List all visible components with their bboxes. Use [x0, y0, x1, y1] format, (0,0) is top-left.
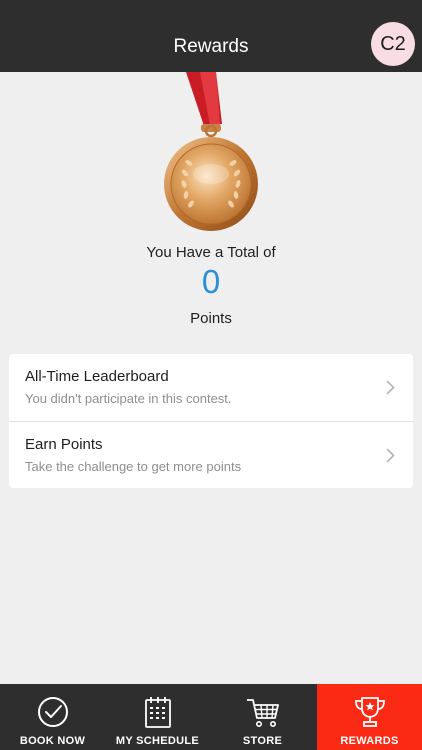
header-bar: Rewards C2: [0, 0, 422, 72]
tab-rewards-label: REWARDS: [340, 735, 399, 747]
leaderboard-row[interactable]: All-Time Leaderboard You didn't particip…: [9, 354, 413, 421]
earn-points-row[interactable]: Earn Points Take the challenge to get mo…: [9, 421, 413, 488]
points-value: 0: [201, 263, 221, 300]
tab-book-now[interactable]: BOOK NOW: [0, 684, 105, 750]
tab-store-label: STORE: [242, 735, 283, 747]
chevron-right-icon: [386, 380, 395, 395]
page-title: Rewards: [173, 36, 249, 57]
tab-store[interactable]: STORE: [210, 684, 315, 750]
cart-icon: [246, 699, 279, 727]
tab-rewards[interactable]: REWARDS: [317, 684, 422, 750]
leaderboard-title: All-Time Leaderboard: [25, 368, 169, 385]
tab-my-schedule-label: MY SCHEDULE: [115, 735, 200, 747]
rewards-menu-card: All-Time Leaderboard You didn't particip…: [9, 354, 413, 488]
earn-points-title: Earn Points: [25, 436, 103, 453]
trophy-icon: [354, 697, 385, 727]
tab-book-now-label: BOOK NOW: [19, 735, 86, 747]
earn-points-subtitle: Take the challenge to get more points: [25, 459, 242, 474]
points-total-label: You Have a Total of: [146, 244, 276, 261]
calendar-icon: [144, 697, 171, 728]
medal-icon: [164, 72, 258, 231]
check-circle-icon: [37, 697, 68, 727]
leaderboard-subtitle: You didn't participate in this contest.: [25, 391, 232, 406]
points-unit-label: Points: [190, 310, 232, 327]
chevron-right-icon: [386, 448, 395, 463]
tab-my-schedule[interactable]: MY SCHEDULE: [105, 684, 210, 750]
avatar[interactable]: C2: [371, 22, 415, 66]
bottom-tab-bar: BOOK NOW MY SCHEDULE STORE REWARDS: [0, 684, 422, 750]
